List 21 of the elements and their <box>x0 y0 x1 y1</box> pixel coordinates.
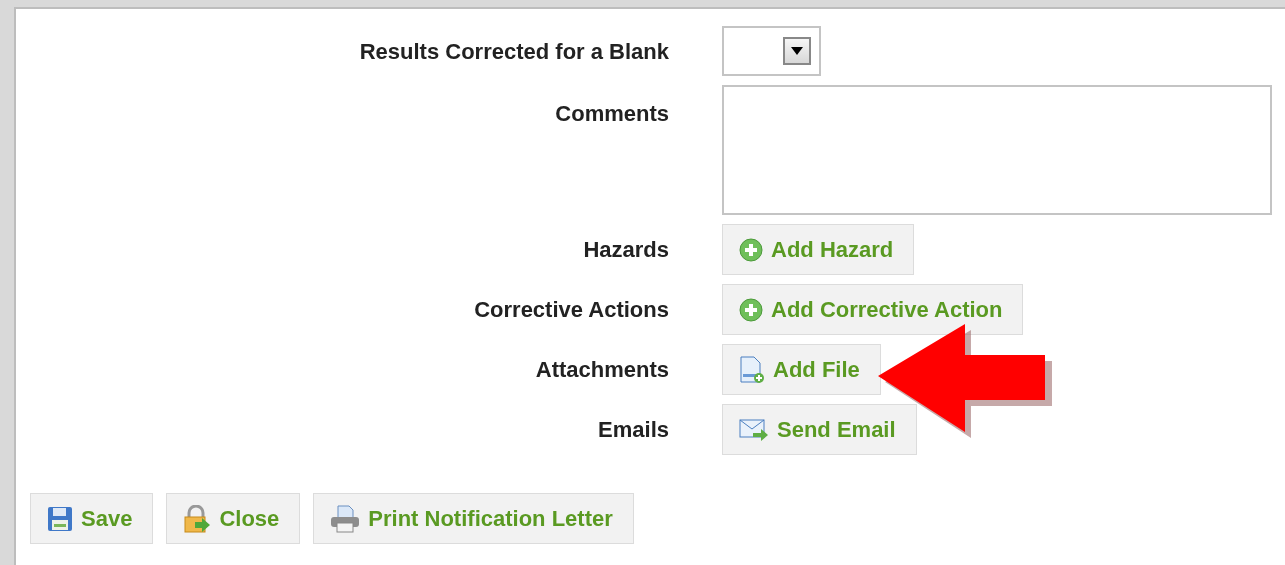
plus-circle-icon <box>739 237 763 262</box>
field-label: Results Corrected for a Blank <box>359 37 669 66</box>
field-label: Emails <box>598 416 669 444</box>
printer-icon <box>330 504 361 533</box>
field-label: Corrective Actions <box>474 296 669 324</box>
action-button[interactable]: Send Email <box>722 404 917 455</box>
action-button[interactable]: Add Hazard <box>722 224 915 275</box>
plus-circle-icon <box>739 297 763 322</box>
footer-button[interactable]: Close <box>166 493 301 544</box>
padlock-arrow-icon <box>183 504 212 533</box>
document-add-icon <box>739 355 765 384</box>
field-label: Comments <box>555 100 669 128</box>
action-button[interactable]: Add File <box>722 344 881 395</box>
field-label: Attachments <box>535 356 669 384</box>
action-button[interactable]: Add Corrective Action <box>722 284 1024 335</box>
footer-button[interactable]: Print Notification Letter <box>313 493 634 544</box>
field-label: Hazards <box>583 236 669 264</box>
envelope-arrow-icon <box>739 417 769 442</box>
footer-button[interactable]: Save <box>30 493 154 544</box>
comments-field[interactable] <box>722 85 1272 215</box>
dropdown-field[interactable] <box>722 26 821 76</box>
